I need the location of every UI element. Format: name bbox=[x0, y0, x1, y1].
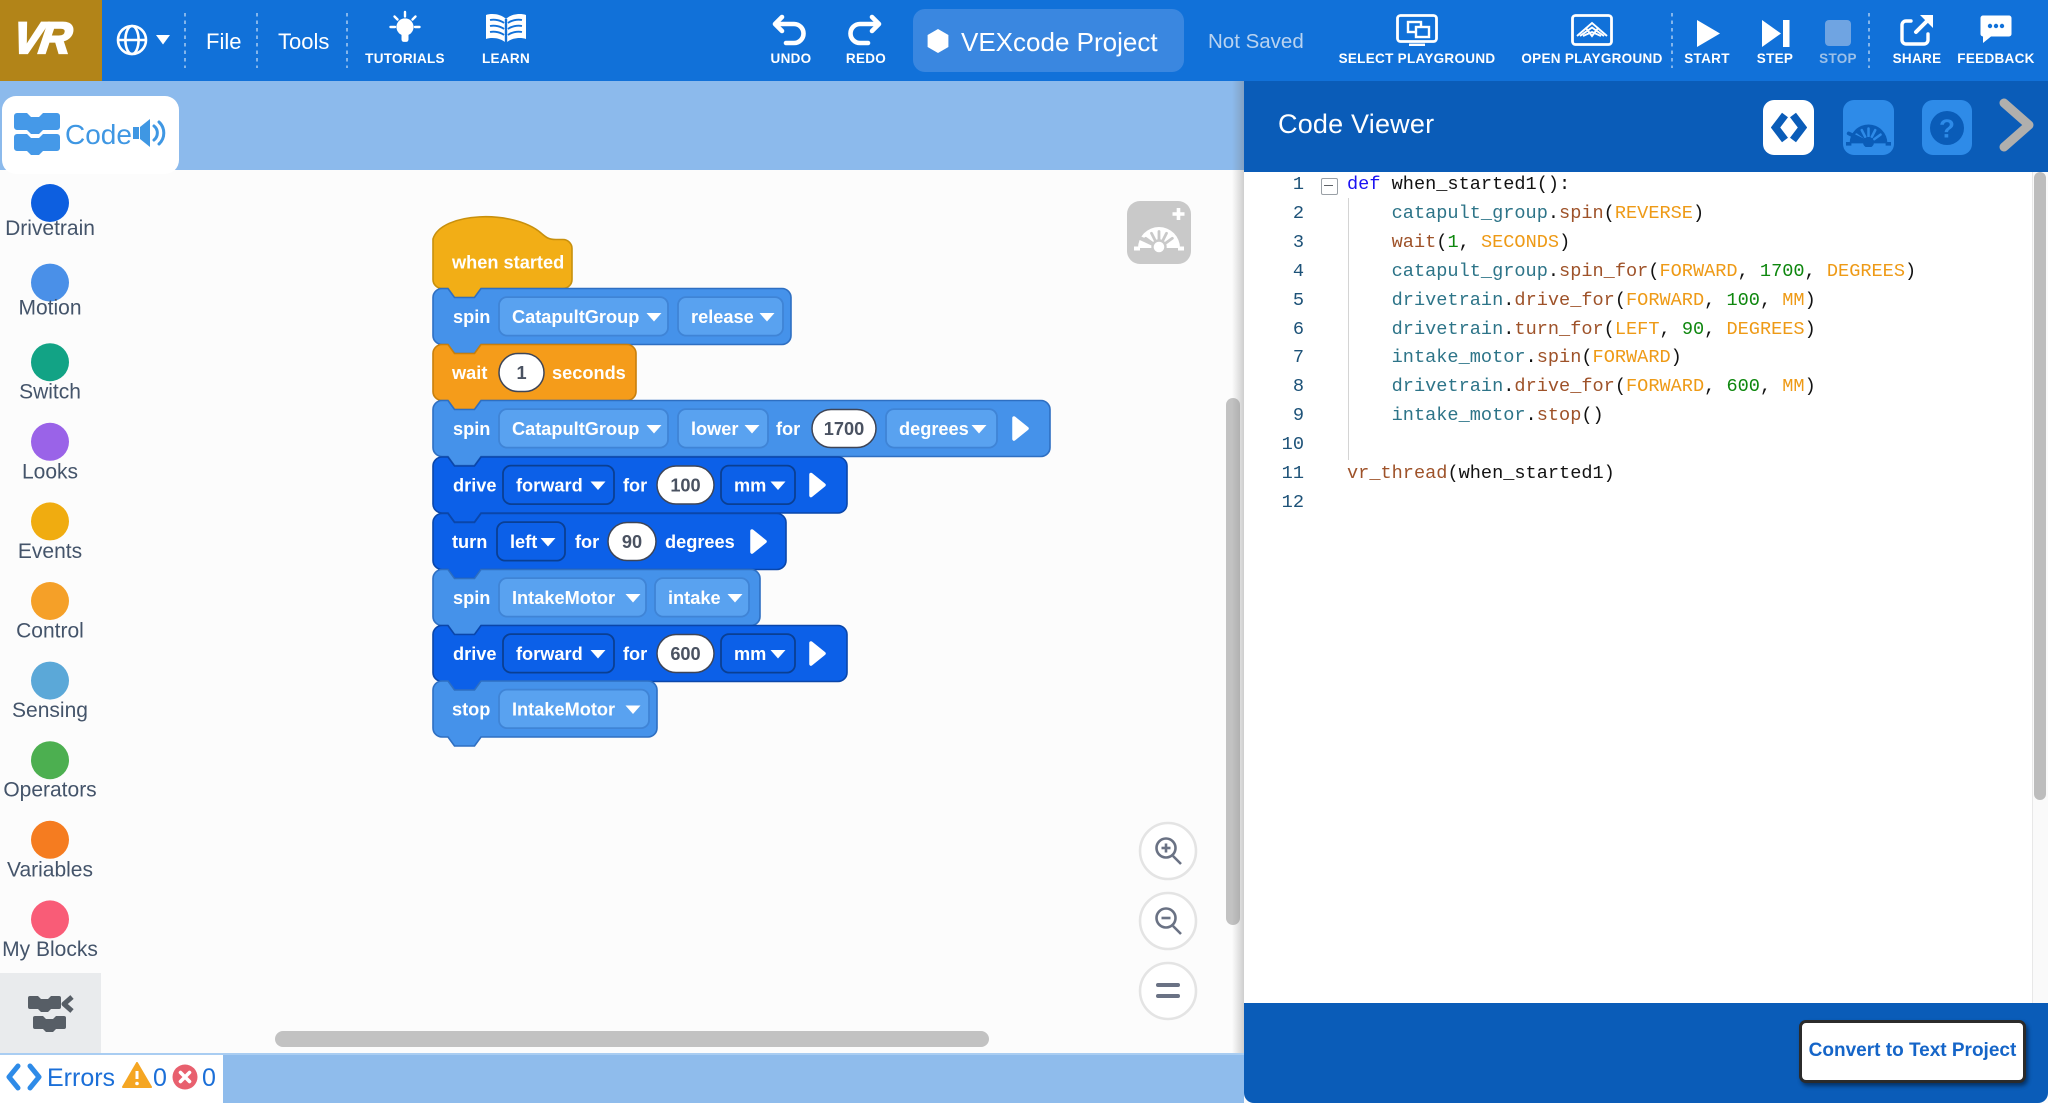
svg-text:lower: lower bbox=[691, 419, 739, 439]
svg-text:for: for bbox=[623, 476, 647, 496]
svg-text:CatapultGroup: CatapultGroup bbox=[512, 307, 639, 327]
svg-text:intake: intake bbox=[668, 588, 721, 608]
svg-text:seconds: seconds bbox=[552, 363, 626, 383]
svg-text:left: left bbox=[510, 532, 537, 552]
svg-text:90: 90 bbox=[622, 532, 642, 552]
svg-text:mm: mm bbox=[734, 644, 766, 664]
svg-text:IntakeMotor: IntakeMotor bbox=[512, 700, 615, 720]
svg-text:spin: spin bbox=[453, 307, 490, 327]
svg-text:wait: wait bbox=[451, 363, 487, 383]
svg-text:IntakeMotor: IntakeMotor bbox=[512, 588, 615, 608]
svg-text:1700: 1700 bbox=[824, 419, 864, 439]
svg-text:when started: when started bbox=[451, 253, 564, 273]
svg-text:100: 100 bbox=[670, 476, 700, 496]
svg-text:release: release bbox=[691, 307, 754, 327]
svg-text:mm: mm bbox=[734, 476, 766, 496]
svg-text:forward: forward bbox=[516, 644, 583, 664]
svg-text:for: for bbox=[623, 644, 647, 664]
svg-text:degrees: degrees bbox=[665, 532, 735, 552]
svg-text:for: for bbox=[776, 419, 800, 439]
svg-text:spin: spin bbox=[453, 419, 490, 439]
svg-text:for: for bbox=[575, 532, 599, 552]
svg-text:600: 600 bbox=[670, 644, 700, 664]
svg-text:stop: stop bbox=[452, 700, 490, 720]
svg-text:turn: turn bbox=[452, 532, 487, 552]
svg-text:degrees: degrees bbox=[899, 419, 969, 439]
svg-text:?: ? bbox=[1939, 114, 1955, 144]
svg-text:spin: spin bbox=[453, 588, 490, 608]
svg-text:forward: forward bbox=[516, 476, 583, 496]
svg-text:drive: drive bbox=[453, 476, 496, 496]
svg-text:drive: drive bbox=[453, 644, 496, 664]
svg-text:CatapultGroup: CatapultGroup bbox=[512, 419, 639, 439]
svg-text:1: 1 bbox=[516, 363, 526, 383]
